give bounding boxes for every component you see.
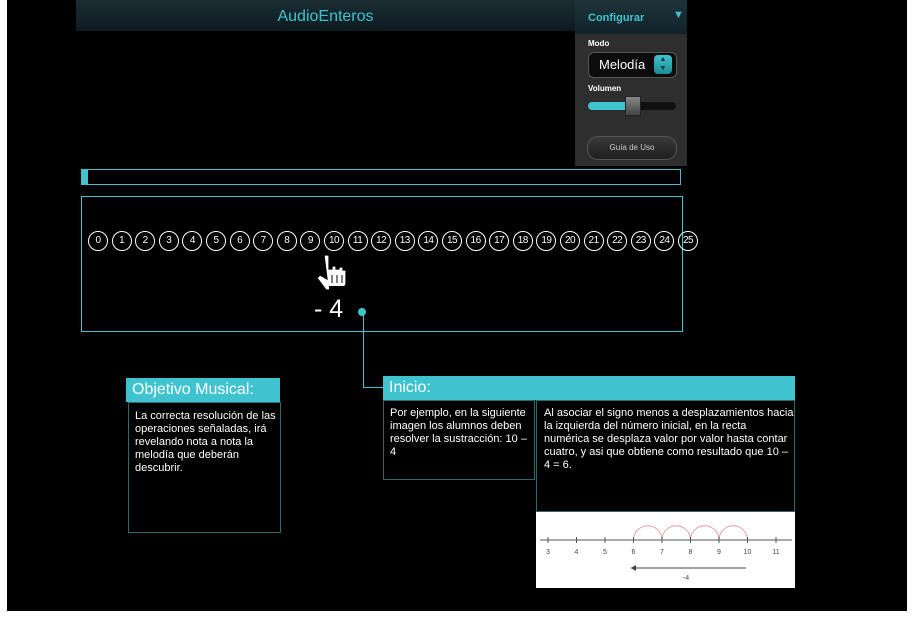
number-circle[interactable]: 25 (678, 231, 698, 251)
number-circle[interactable]: 15 (442, 231, 462, 251)
example-tick-label: 11 (772, 549, 779, 556)
number-circle[interactable]: 3 (158, 231, 179, 251)
number-circle[interactable]: 13 (394, 231, 415, 251)
title-bar: AudioEnteros (76, 0, 575, 31)
number-circle[interactable]: 18 (512, 231, 533, 251)
number-circle[interactable]: 23 (630, 231, 651, 251)
arrow-up-icon[interactable]: ▲ (660, 56, 667, 63)
example-tick-label: 4 (575, 549, 579, 556)
example-arc (661, 525, 691, 541)
config-label: Configurar (588, 12, 645, 24)
number-circle[interactable]: 19 (536, 231, 557, 251)
volume-label: Volumen (588, 84, 622, 93)
number-circle[interactable]: 16 (465, 231, 486, 251)
example-tick-label: 9 (717, 549, 721, 556)
inicio-left-box: Por ejemplo, en la siguiente imagen los … (383, 400, 535, 480)
number-circle[interactable]: 6 (229, 231, 250, 251)
number-circle[interactable]: 2 (135, 231, 156, 251)
connector-line-horizontal (363, 387, 383, 388)
connector-dot (358, 308, 366, 316)
number-circle[interactable]: 14 (418, 231, 439, 251)
objetivo-box: La correcta resolución de las operacione… (128, 402, 281, 533)
inicio-right-box: Al asociar el signo menos a desplazamien… (536, 400, 795, 512)
progress-fill (82, 170, 88, 184)
number-circle[interactable]: 4 (182, 231, 203, 251)
example-tick-label: 3 (546, 549, 550, 556)
example-number-line: 3 4 5 6 7 8 9 10 11 -4 (540, 525, 792, 582)
example-tick-label: 8 (689, 549, 693, 556)
example-arc (633, 525, 663, 541)
number-line-panel: 0 1 2 3 4 5 6 7 8 9 10 11 12 13 14 15 16 17 18 19 20 21 22 23 24… (81, 196, 698, 332)
number-circle[interactable]: 22 (607, 231, 628, 251)
config-panel: Configurar ▼ Modo Melodía ▲ ▼ Volumen Gu… (575, 0, 687, 166)
number-circle[interactable]: 10 (324, 231, 344, 251)
number-circle[interactable]: 9 (300, 231, 321, 251)
arrow-down-icon[interactable]: ▼ (660, 65, 667, 72)
number-circle[interactable]: 20 (560, 231, 580, 251)
volume-slider[interactable] (588, 96, 676, 116)
number-circle[interactable]: 21 (583, 231, 604, 251)
mode-select[interactable]: Melodía ▲ ▼ (588, 52, 677, 78)
example-arc (718, 525, 748, 541)
number-circle[interactable]: 1 (111, 231, 132, 251)
example-tick-label: 7 (660, 549, 664, 556)
app-title: AudioEnteros (277, 8, 374, 25)
mode-label: Modo (588, 39, 610, 48)
progress-bar (81, 169, 681, 185)
number-circle[interactable]: 24 (654, 231, 675, 251)
objetivo-text: La correcta resolución de las operacione… (135, 410, 276, 474)
inicio-left-text: Por ejemplo, en la siguiente imagen los … (390, 407, 527, 458)
number-circle[interactable]: 17 (489, 231, 510, 251)
example-tick-label: 5 (603, 549, 607, 556)
number-circle[interactable]: 7 (253, 231, 274, 251)
config-toggle[interactable]: Configurar ▼ (575, 0, 687, 34)
mode-stepper[interactable]: ▲ ▼ (654, 55, 672, 74)
inicio-title: Inicio: (383, 376, 795, 400)
inicio-right-text: Al asociar el signo menos a desplazamien… (544, 407, 794, 471)
triangle-down-icon[interactable]: ▼ (673, 9, 684, 21)
volume-thumb[interactable] (625, 96, 641, 116)
number-circle[interactable]: 12 (371, 231, 392, 251)
number-circle[interactable]: 0 (88, 231, 108, 251)
app-stage: AudioEnteros Configurar ▼ Modo Melodía ▲… (7, 0, 907, 611)
example-number-line-image: 3 4 5 6 7 8 9 10 11 -4 (536, 512, 795, 588)
operation-text: - 4 (314, 295, 344, 323)
number-circle[interactable]: 11 (347, 231, 368, 251)
example-arc (690, 525, 720, 541)
mode-value: Melodía (599, 57, 646, 72)
example-tick-label: 10 (744, 549, 752, 556)
objetivo-title: Objetivo Musical: (126, 378, 280, 402)
number-circle[interactable]: 5 (206, 231, 226, 251)
example-tick-label: 6 (632, 549, 636, 556)
number-circle[interactable]: 8 (276, 231, 297, 251)
guide-button[interactable]: Guía de Uso (587, 136, 677, 160)
connector-line (363, 313, 364, 387)
arrow-left-icon (631, 565, 636, 571)
hand-pointer-icon (316, 254, 347, 291)
example-arrow-label: -4 (683, 575, 689, 582)
